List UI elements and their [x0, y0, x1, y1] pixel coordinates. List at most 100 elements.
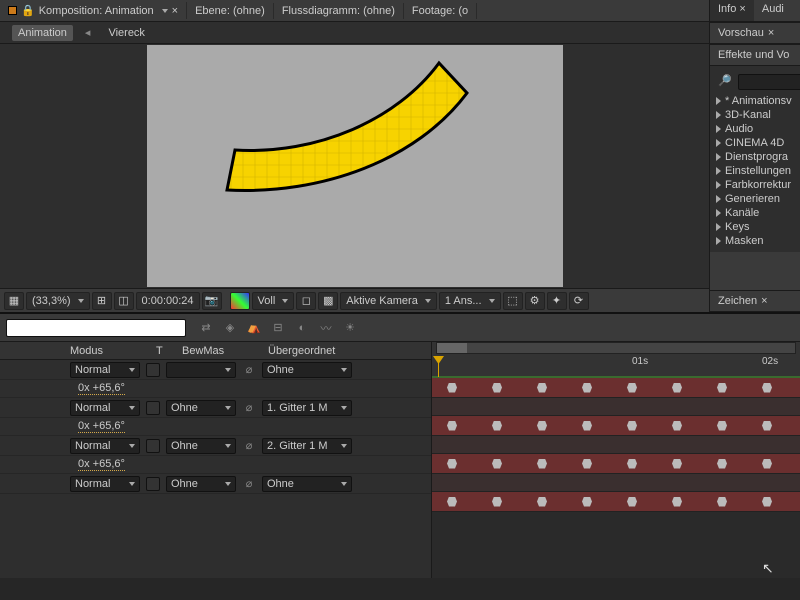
col-parent[interactable]: Übergeordnet — [268, 345, 378, 357]
keyframe[interactable] — [537, 459, 547, 469]
effects-category[interactable]: * Animationsv — [716, 94, 800, 108]
trackmatte-toggle[interactable] — [146, 401, 160, 415]
effects-tab[interactable]: Effekte und Vo — [710, 44, 800, 66]
effects-category[interactable]: Masken — [716, 234, 800, 248]
grid-icon[interactable]: ⊞ — [92, 292, 112, 310]
keyframe[interactable] — [492, 497, 502, 507]
breadcrumb-parent[interactable]: Viereck — [102, 25, 150, 41]
keyframe[interactable] — [447, 497, 457, 507]
property-value-row[interactable]: 0x +65,6° — [0, 418, 431, 436]
camera-dropdown[interactable]: Aktive Kamera — [340, 292, 437, 310]
comp-canvas[interactable] — [147, 45, 563, 287]
keyframe[interactable] — [717, 459, 727, 469]
layer-row[interactable]: Normal ⌀ Ohne — [0, 360, 431, 380]
effects-category[interactable]: Einstellungen — [716, 164, 800, 178]
parent-dropdown[interactable]: Ohne — [262, 362, 352, 378]
comp-tab-active[interactable]: 🔒 Komposition: Animation × — [0, 2, 187, 19]
blend-mode-dropdown[interactable]: Normal — [70, 400, 140, 416]
keyframe[interactable] — [717, 383, 727, 393]
keyframe[interactable] — [717, 497, 727, 507]
time-ruler[interactable]: 01s02s — [432, 342, 800, 378]
current-time-indicator[interactable] — [438, 356, 439, 377]
keyframe[interactable] — [492, 421, 502, 431]
keyframe[interactable] — [627, 421, 637, 431]
parent-dropdown[interactable]: 2. Gitter 1 M — [262, 438, 352, 454]
time-display[interactable]: 0:00:00:24 — [136, 292, 200, 310]
pickwhip-icon[interactable]: ⌀ — [242, 401, 256, 414]
dropdown-icon[interactable] — [162, 9, 168, 13]
layer-bar[interactable] — [432, 378, 800, 398]
channel-icon[interactable] — [230, 292, 250, 310]
trackmatte-toggle[interactable] — [146, 477, 160, 491]
guides-icon[interactable]: ◫ — [114, 292, 134, 310]
layer-row[interactable]: NormalOhne⌀Ohne — [0, 474, 431, 494]
close-icon[interactable]: × — [739, 3, 745, 15]
transparency-icon[interactable]: ▩ — [318, 292, 338, 310]
col-mode[interactable]: Modus — [70, 345, 150, 357]
keyframe[interactable] — [672, 497, 682, 507]
keyframe[interactable] — [582, 459, 592, 469]
keyframe[interactable] — [582, 497, 592, 507]
layer-bar[interactable] — [432, 492, 800, 512]
keyframe[interactable] — [672, 383, 682, 393]
blend-mode-dropdown[interactable]: Normal — [70, 438, 140, 454]
col-trackmatte[interactable]: BewMas — [182, 345, 262, 357]
keyframe[interactable] — [447, 421, 457, 431]
alpha-toggle[interactable]: ▦ — [4, 292, 24, 310]
tool-icon-4[interactable]: ⟳ — [569, 292, 589, 310]
pickwhip-icon[interactable]: ⌀ — [242, 477, 256, 490]
keyframe[interactable] — [762, 383, 772, 393]
parent-dropdown[interactable]: 1. Gitter 1 M — [262, 400, 352, 416]
effects-category[interactable]: Generieren — [716, 192, 800, 206]
layer-tab[interactable]: Ebene: (ohne) — [187, 3, 274, 19]
effects-category[interactable]: Keys — [716, 220, 800, 234]
footage-tab[interactable]: Footage: (o — [404, 3, 477, 19]
parent-dropdown[interactable]: Ohne — [262, 476, 352, 492]
views-dropdown[interactable]: 1 Ans... — [439, 292, 501, 310]
keyframe[interactable] — [582, 383, 592, 393]
work-area-handle[interactable] — [437, 343, 467, 353]
tool-icon-3[interactable]: ✦ — [547, 292, 567, 310]
snapshot-icon[interactable]: 📷 — [202, 292, 222, 310]
rotation-value[interactable]: 0x +65,6° — [78, 382, 125, 395]
roi-icon[interactable]: ◻ — [296, 292, 316, 310]
draft3d-icon[interactable]: ◈ — [222, 320, 238, 336]
keyframe[interactable] — [672, 459, 682, 469]
tool-icon-1[interactable]: ⬚ — [503, 292, 523, 310]
keyframe[interactable] — [537, 497, 547, 507]
graph-icon[interactable]: 〰 — [318, 320, 334, 336]
pickwhip-icon[interactable]: ⌀ — [242, 363, 256, 376]
rotation-value[interactable]: 0x +65,6° — [78, 420, 125, 433]
timeline-search-input[interactable] — [6, 319, 186, 337]
pickwhip-icon[interactable]: ⌀ — [242, 439, 256, 452]
layer-row[interactable]: NormalOhne⌀1. Gitter 1 M — [0, 398, 431, 418]
close-icon[interactable]: × — [172, 5, 178, 17]
effects-category[interactable]: CINEMA 4D — [716, 136, 800, 150]
keyframe[interactable] — [717, 421, 727, 431]
timeline-tracks[interactable]: 01s02s — [432, 342, 800, 578]
shy-icon[interactable]: ⛺ — [246, 320, 262, 336]
col-trackmatte-t[interactable]: T — [156, 345, 176, 357]
property-track[interactable] — [432, 436, 800, 454]
effects-category[interactable]: Audio — [716, 122, 800, 136]
keyframe[interactable] — [492, 459, 502, 469]
property-value-row[interactable]: 0x +65,6° — [0, 380, 431, 398]
trackmatte-dropdown[interactable] — [166, 362, 236, 378]
keyframe[interactable] — [447, 459, 457, 469]
audio-tab[interactable]: Audi — [754, 0, 792, 21]
flowchart-tab[interactable]: Flussdiagramm: (ohne) — [274, 3, 404, 19]
rotation-value[interactable]: 0x +65,6° — [78, 458, 125, 471]
keyframe[interactable] — [762, 459, 772, 469]
keyframe[interactable] — [762, 421, 772, 431]
keyframe[interactable] — [627, 459, 637, 469]
layer-bar[interactable] — [432, 416, 800, 436]
property-value-row[interactable]: 0x +65,6° — [0, 456, 431, 474]
effects-category[interactable]: Farbkorrektur — [716, 178, 800, 192]
property-track[interactable] — [432, 398, 800, 416]
comp-viewer[interactable] — [0, 44, 709, 288]
work-area-bar[interactable] — [436, 342, 796, 354]
effects-category[interactable]: 3D-Kanal — [716, 108, 800, 122]
brainstorm-icon[interactable]: ☀ — [342, 320, 358, 336]
keyframe[interactable] — [537, 383, 547, 393]
blend-mode-dropdown[interactable]: Normal — [70, 362, 140, 378]
